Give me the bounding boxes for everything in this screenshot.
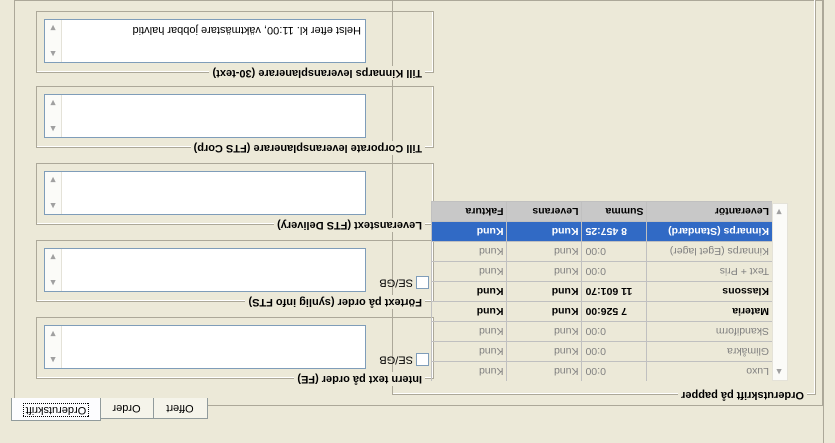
field-group-label: Förtext på order (synlig info FTS) bbox=[245, 295, 425, 309]
field-group: Till Kinnarps leveransplanerare (30-text… bbox=[36, 11, 434, 80]
grid-column-header[interactable]: Summa bbox=[582, 201, 647, 222]
grid-cell: Kinnarps (Standard) bbox=[647, 221, 772, 242]
scroll-up-icon[interactable]: ▲ bbox=[45, 275, 61, 291]
grid-cell: Kinnarps (Eget lager) bbox=[647, 241, 772, 262]
field-group-label: Leveranstext (FTS Delivery) bbox=[274, 218, 425, 232]
grid-cell: Skandiform bbox=[647, 321, 772, 342]
grid-cell: 11 601:70 bbox=[582, 281, 647, 302]
grid-cell: Kund bbox=[432, 321, 507, 342]
grid-cell: Text + Pris bbox=[647, 261, 772, 282]
field-group-label: Intern text på order (FE) bbox=[294, 372, 425, 386]
grid-cell: Kund bbox=[507, 241, 582, 262]
grid-row[interactable]: Glimåkra 0:00 Kund Kund bbox=[432, 341, 772, 362]
grid-cell: Kund bbox=[507, 281, 582, 302]
memo-field[interactable]: ▲ ▼ bbox=[44, 325, 366, 369]
grid-cell: Kund bbox=[507, 341, 582, 362]
grid-cell: Kund bbox=[432, 301, 507, 322]
scroll-up-icon[interactable]: ▲ bbox=[771, 364, 787, 380]
grid-cell: Kund bbox=[432, 261, 507, 282]
grid-cell: Materia bbox=[647, 301, 772, 322]
grid-cell: 0:00 bbox=[582, 341, 647, 362]
field-group: Leveranstext (FTS Delivery) ▲ ▼ bbox=[36, 163, 434, 232]
tab-strip: Offert Order Orderutskrift bbox=[8, 397, 208, 421]
tab-offert[interactable]: Offert bbox=[152, 398, 208, 419]
scroll-down-icon[interactable]: ▼ bbox=[45, 95, 61, 111]
lang-checkbox[interactable]: SE/GB bbox=[373, 275, 429, 289]
scroll-down-icon[interactable]: ▼ bbox=[45, 326, 61, 342]
memo-scrollbar[interactable]: ▲ ▼ bbox=[45, 249, 62, 291]
grid-cell: Kund bbox=[507, 221, 582, 242]
lang-checkbox[interactable]: SE/GB bbox=[373, 352, 429, 366]
grid-column-header[interactable]: Faktura bbox=[432, 201, 507, 222]
grid-cell: Kund bbox=[432, 281, 507, 302]
scroll-down-icon[interactable]: ▼ bbox=[771, 204, 787, 220]
grid-cell: Kund bbox=[432, 341, 507, 362]
memo-field[interactable]: ▲ ▼ Helst efter kl. 11:00, väktmästare job… bbox=[44, 19, 366, 63]
checkbox-box[interactable] bbox=[416, 276, 429, 289]
window-edge bbox=[823, 0, 835, 443]
scroll-down-icon[interactable]: ▼ bbox=[45, 249, 61, 265]
grid-cell: Luxo bbox=[647, 361, 772, 381]
grid-cell: Kund bbox=[507, 321, 582, 342]
grid-cell: 0:00 bbox=[582, 321, 647, 342]
scroll-down-icon[interactable]: ▼ bbox=[45, 172, 61, 188]
tab-order[interactable]: Order bbox=[99, 398, 154, 419]
grid-column-header[interactable]: Leverantör bbox=[647, 201, 772, 222]
field-group: Till Corporate leveransplanerare (FTS Co… bbox=[36, 86, 434, 155]
grid-scrollbar[interactable]: ▲ ▼ bbox=[772, 203, 788, 381]
grid-cell: 8 457:25 bbox=[582, 221, 647, 242]
grid-cell: Kund bbox=[432, 361, 507, 381]
grid-row[interactable]: Skandiform 0:00 Kund Kund bbox=[432, 321, 772, 342]
supplier-grid[interactable]: ▲ ▼ Luxo 0:00 Kund Kund Glimåkra 0:00 Kund Kund… bbox=[430, 201, 788, 381]
grid-cell: Kund bbox=[507, 361, 582, 381]
supplier-table: Luxo 0:00 Kund Kund Glimåkra 0:00 Kund Kund Skan… bbox=[432, 201, 772, 381]
tab-orderutskrift[interactable]: Orderutskrift bbox=[11, 398, 101, 421]
grid-cell: Klassons bbox=[647, 281, 772, 302]
grid-row[interactable]: Text + Pris 0:00 Kund Kund bbox=[432, 261, 772, 282]
grid-cell: 0:00 bbox=[582, 241, 647, 262]
print-group-title: Orderutskrift på papper bbox=[678, 388, 807, 402]
memo-field[interactable]: ▲ ▼ bbox=[44, 248, 366, 292]
field-group-label: Till Kinnarps leveransplanerare (30-text… bbox=[209, 66, 425, 80]
memo-field[interactable]: ▲ ▼ bbox=[44, 171, 366, 215]
field-group-label: Till Corporate leveransplanerare (FTS Co… bbox=[190, 141, 425, 155]
memo-scrollbar[interactable]: ▲ ▼ bbox=[45, 172, 62, 214]
grid-cell: Kund bbox=[432, 221, 507, 242]
scroll-down-icon[interactable]: ▼ bbox=[45, 20, 61, 36]
scroll-up-icon[interactable]: ▲ bbox=[45, 121, 61, 137]
grid-cell: Glimåkra bbox=[647, 341, 772, 362]
grid-cell: 0:00 bbox=[582, 361, 647, 381]
scroll-up-icon[interactable]: ▲ bbox=[45, 46, 61, 62]
grid-cell: Kund bbox=[507, 301, 582, 322]
memo-scrollbar[interactable]: ▲ ▼ bbox=[45, 95, 62, 137]
rotated-screen: Orderutskrift på papper Till Kinnarps le… bbox=[0, 0, 835, 443]
memo-scrollbar[interactable]: ▲ ▼ bbox=[45, 326, 62, 368]
grid-row[interactable]: Kinnarps (Standard) 8 457:25 Kund Kund bbox=[432, 221, 772, 242]
grid-cell: 0:00 bbox=[582, 261, 647, 282]
memo-scrollbar[interactable]: ▲ ▼ bbox=[45, 20, 62, 62]
checkbox-label: SE/GB bbox=[379, 276, 413, 289]
memo-text: Helst efter kl. 11:00, väktmästare jobba… bbox=[132, 24, 361, 36]
checkbox-box[interactable] bbox=[416, 353, 429, 366]
scroll-up-icon[interactable]: ▲ bbox=[45, 352, 61, 368]
grid-header-row: Leverantör Summa Leverans Faktura bbox=[432, 201, 772, 222]
memo-field[interactable]: ▲ ▼ bbox=[44, 94, 366, 138]
grid-cell: Kund bbox=[432, 241, 507, 262]
checkbox-label: SE/GB bbox=[379, 353, 413, 366]
grid-row[interactable]: Materia 7 526:00 Kund Kund bbox=[432, 301, 772, 322]
grid-row[interactable]: Klassons 11 601:70 Kund Kund bbox=[432, 281, 772, 302]
field-group: Intern text på order (FE) ▲ ▼ SE/GB bbox=[36, 317, 434, 386]
grid-column-header[interactable]: Leverans bbox=[507, 201, 582, 222]
grid-row[interactable]: Luxo 0:00 Kund Kund bbox=[432, 361, 772, 381]
grid-row[interactable]: Kinnarps (Eget lager) 0:00 Kund Kund bbox=[432, 241, 772, 262]
grid-cell: 7 526:00 bbox=[582, 301, 647, 322]
field-group: Förtext på order (synlig info FTS) ▲ ▼ SE/… bbox=[36, 240, 434, 309]
grid-cell: Kund bbox=[507, 261, 582, 282]
scroll-up-icon[interactable]: ▲ bbox=[45, 198, 61, 214]
